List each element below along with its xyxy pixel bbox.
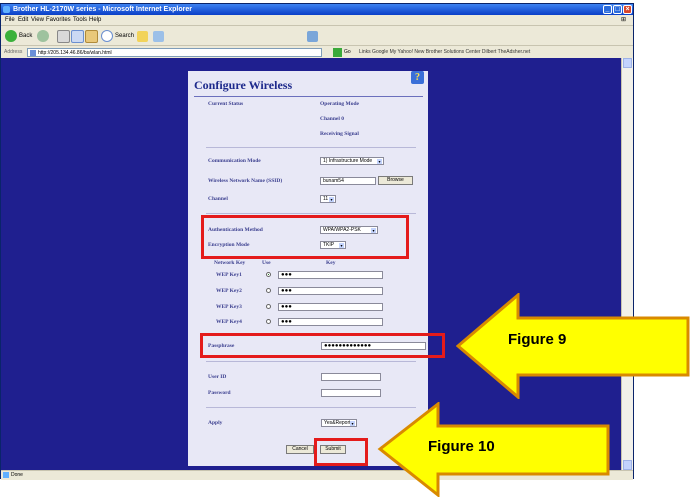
figure9-callout-arrow — [456, 293, 690, 399]
browse-button[interactable]: Browse — [378, 176, 413, 185]
figure10-label: Figure 10 — [428, 438, 495, 455]
status-text: Done — [11, 472, 23, 478]
network-key-header: Network Key — [214, 260, 246, 266]
passphrase-highlight — [200, 333, 445, 358]
channel-value: 11 — [323, 196, 329, 202]
mail-button[interactable] — [307, 29, 318, 43]
close-button[interactable]: × — [623, 5, 632, 14]
section-divider — [206, 147, 416, 148]
wep-key3-radio[interactable] — [266, 304, 271, 309]
password-label: Password — [208, 390, 231, 396]
wep-key4-input[interactable]: ●●● — [278, 318, 383, 326]
chevron-down-icon: ▾ — [329, 197, 334, 202]
operating-mode-text: Operating Mode — [320, 101, 359, 107]
section-divider — [206, 213, 416, 214]
title-bar: Brother HL-2170W series - Microsoft Inte… — [1, 4, 633, 15]
menu-edit[interactable]: Edit — [18, 15, 28, 25]
scroll-up-icon[interactable] — [623, 58, 632, 68]
apply-value: Yes&Report — [324, 420, 351, 426]
menu-bar: File Edit View Favorites Tools Help ⊞ — [1, 15, 633, 25]
user-id-label: User ID — [208, 374, 227, 380]
menu-view[interactable]: View — [31, 15, 44, 25]
cancel-button[interactable]: Cancel — [286, 445, 314, 454]
wep-key2-radio[interactable] — [266, 288, 271, 293]
communication-mode-label: Communication Mode — [208, 158, 261, 164]
favorites-button[interactable] — [137, 29, 148, 43]
ssid-label: Wireless Network Name (SSID) — [208, 178, 283, 184]
stop-button[interactable] — [57, 29, 70, 43]
receiving-signal-text: Receiving Signal — [320, 131, 359, 137]
forward-arrow-icon — [37, 30, 49, 42]
go-arrow-icon[interactable] — [333, 48, 342, 57]
search-button[interactable]: Search — [101, 29, 134, 43]
ie-icon — [3, 6, 10, 13]
use-header: Use — [262, 260, 271, 266]
page-icon — [30, 50, 36, 56]
search-label: Search — [115, 33, 135, 39]
toolbar: Back Search — [1, 25, 633, 46]
help-icon[interactable]: ? — [411, 71, 424, 84]
key-header: Key — [326, 260, 336, 266]
maximize-button[interactable]: □ — [613, 5, 622, 14]
channel-label: Channel — [208, 196, 228, 202]
search-icon — [101, 30, 113, 42]
back-arrow-icon — [5, 30, 17, 42]
home-button[interactable] — [85, 29, 98, 43]
mail-icon — [307, 30, 318, 42]
back-label: Back — [19, 33, 33, 39]
stop-icon — [57, 29, 70, 43]
wep-key1-radio[interactable] — [266, 272, 271, 277]
wep-key4-label: WEP Key4 — [216, 319, 242, 325]
scroll-down-icon[interactable] — [623, 460, 632, 470]
apply-label: Apply — [208, 420, 223, 426]
menu-help[interactable]: Help — [89, 15, 101, 25]
submit-highlight — [314, 438, 368, 466]
address-bar: Address http://205.134.46.86/bs/wlan.htm… — [1, 45, 633, 59]
home-icon — [85, 29, 98, 43]
channel-select[interactable]: 11 ▾ — [320, 195, 336, 203]
address-url: http://205.134.46.86/bs/wlan.html — [38, 50, 112, 56]
ssid-input[interactable]: bunam54 — [320, 177, 376, 185]
title-divider — [194, 96, 423, 97]
wep-key3-label: WEP Key3 — [216, 304, 242, 310]
refresh-button[interactable] — [71, 29, 84, 43]
channel-status-text: Channel 0 — [320, 116, 344, 122]
current-status-label: Current Status — [208, 101, 244, 107]
wep-key4-radio[interactable] — [266, 319, 271, 324]
section-divider — [206, 361, 416, 362]
wep-key2-label: WEP Key2 — [216, 288, 242, 294]
chevron-down-icon: ▾ — [377, 159, 382, 164]
wep-key1-input[interactable]: ●●● — [278, 271, 383, 279]
windows-logo-icon: ⊞ — [621, 17, 627, 23]
menu-file[interactable]: File — [5, 15, 15, 25]
menu-favorites[interactable]: Favorites — [46, 15, 71, 25]
status-ie-icon — [3, 472, 9, 478]
address-input[interactable]: http://205.134.46.86/bs/wlan.html — [27, 48, 322, 57]
wep-key3-input[interactable]: ●●● — [278, 303, 383, 311]
media-button[interactable] — [153, 29, 164, 43]
back-button[interactable]: Back — [5, 29, 32, 43]
figure9-label: Figure 9 — [508, 331, 567, 348]
wep-key1-label: WEP Key1 — [216, 272, 242, 278]
window-title: Brother HL-2170W series - Microsoft Inte… — [13, 6, 192, 13]
user-id-input[interactable] — [321, 373, 381, 381]
chevron-down-icon: ▾ — [350, 421, 355, 426]
apply-select[interactable]: Yes&Report ▾ — [321, 419, 357, 427]
media-icon — [153, 30, 164, 42]
vertical-scrollbar[interactable] — [621, 58, 633, 470]
page-title: Configure Wireless — [194, 78, 293, 92]
refresh-icon — [71, 29, 84, 43]
menu-tools[interactable]: Tools — [73, 15, 87, 25]
minimize-button[interactable]: _ — [603, 5, 612, 14]
communication-mode-select[interactable]: 1) Infrastructure Mode ▾ — [320, 157, 384, 165]
communication-mode-value: 1) Infrastructure Mode — [323, 158, 373, 164]
password-input[interactable] — [321, 389, 381, 397]
forward-button[interactable] — [37, 29, 49, 43]
favorites-star-icon — [137, 30, 148, 42]
wep-key2-input[interactable]: ●●● — [278, 287, 383, 295]
auth-encryption-highlight — [201, 215, 409, 259]
